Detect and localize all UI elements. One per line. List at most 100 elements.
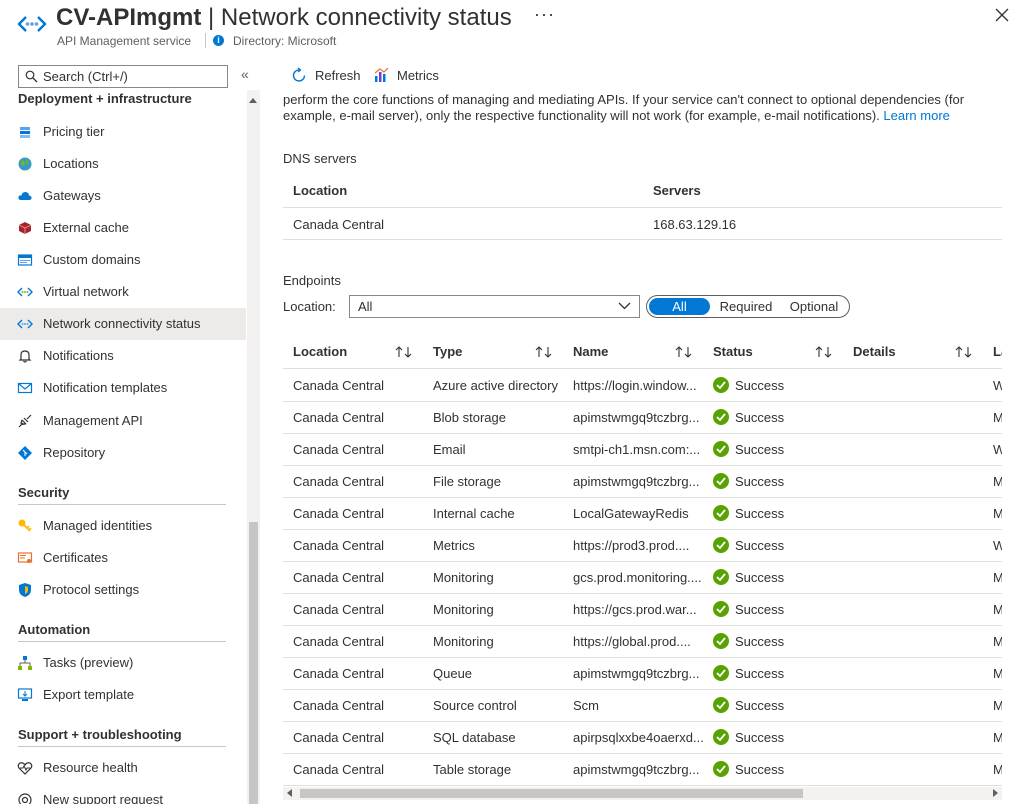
- metrics-button[interactable]: Metrics: [373, 66, 443, 86]
- table-row[interactable]: Canada Central Queue apimstwmgq9tczbrg... S…: [283, 658, 1002, 690]
- cell-status: Success: [735, 442, 785, 457]
- resource-name: CV-APImgmt: [56, 4, 202, 31]
- table-row[interactable]: Canada Central File storage apimstwmgq9tcz…: [283, 466, 1002, 498]
- cell-name: smtpi-ch1.msn.com:...: [573, 442, 701, 457]
- filter-option-required[interactable]: Required: [713, 298, 779, 315]
- location-filter-label: Location:: [283, 299, 336, 314]
- key-icon: [18, 519, 32, 532]
- table-row[interactable]: Canada Central Monitoring https://global.p…: [283, 626, 1002, 658]
- scrollbar-thumb[interactable]: [300, 789, 803, 798]
- sidebar-item-gateways[interactable]: Gateways: [0, 180, 246, 212]
- table-row[interactable]: Canada Central Metrics https://prod3.prod.…: [283, 530, 1002, 562]
- sidebar-item-label: Gateways: [43, 188, 101, 203]
- envelope-icon: [17, 382, 33, 394]
- sidebar-item-certificates[interactable]: Certificates: [0, 542, 246, 574]
- sidebar-item-locations[interactable]: Locations: [0, 148, 246, 180]
- table-row[interactable]: Canada Central Monitoring gcs.prod.monitor…: [283, 562, 1002, 594]
- sidebar-item-managed-identities[interactable]: Managed identities: [0, 510, 246, 542]
- cell-last: M: [993, 698, 1002, 713]
- cell-status: Success: [735, 378, 785, 393]
- sort-icon[interactable]: [955, 345, 973, 359]
- table-divider: [283, 785, 1002, 786]
- cell-location: Canada Central: [293, 762, 385, 777]
- sidebar-item-virtual-network[interactable]: Virtual network: [0, 276, 246, 308]
- scrollbar-thumb[interactable]: [249, 522, 258, 804]
- refresh-button[interactable]: Refresh: [291, 66, 361, 86]
- table-row[interactable]: Canada Central Internal cache LocalGateway…: [283, 498, 1002, 530]
- collapse-sidebar-button[interactable]: «: [241, 66, 249, 82]
- column-header-details[interactable]: Details: [853, 344, 896, 359]
- heart-icon: [17, 762, 33, 775]
- table-row[interactable]: Canada Central SQL database apirpsqlxxbe4o…: [283, 722, 1002, 754]
- chevron-down-icon: [618, 302, 631, 310]
- table-divider: [283, 239, 1002, 240]
- sidebar-item-protocol-settings[interactable]: Protocol settings: [0, 574, 246, 606]
- close-icon[interactable]: [993, 6, 1011, 24]
- blade-header: CV-APImgmt | Network connectivity status…: [0, 0, 1016, 60]
- learn-more-link[interactable]: Learn more: [883, 108, 949, 123]
- more-options-button[interactable]: ···: [534, 4, 555, 25]
- cell-last: M: [993, 474, 1002, 489]
- table-row[interactable]: Canada Central Monitoring https://gcs.prod…: [283, 594, 1002, 626]
- refresh-icon: [292, 67, 306, 82]
- sort-icon[interactable]: [535, 345, 553, 359]
- filter-option-all[interactable]: All: [649, 298, 710, 315]
- search-icon: [25, 70, 38, 83]
- intro-text: perform the core functions of managing a…: [283, 92, 983, 124]
- column-header-type[interactable]: Type: [433, 344, 462, 359]
- table-row[interactable]: Canada Central Source control Scm Success M: [283, 690, 1002, 722]
- pricing-tier-icon: [20, 127, 30, 138]
- column-header-location[interactable]: Location: [293, 344, 347, 359]
- info-icon: i: [213, 35, 224, 46]
- cell-type: Monitoring: [433, 602, 494, 617]
- sidebar-item-custom-domains[interactable]: Custom domains: [0, 244, 246, 276]
- table-row[interactable]: Canada Central Azure active directory http…: [283, 370, 1002, 402]
- scroll-left-arrow[interactable]: [287, 789, 292, 797]
- sidebar-item-notifications[interactable]: Notifications: [0, 340, 246, 372]
- sort-icon[interactable]: [395, 345, 413, 359]
- column-header-name[interactable]: Name: [573, 344, 608, 359]
- sidebar-item-repository[interactable]: Repository: [0, 437, 246, 469]
- cell-last: M: [993, 410, 1002, 425]
- tasks-icon: [18, 656, 32, 670]
- sidebar-item-resource-health[interactable]: Resource health: [0, 752, 246, 784]
- page-title: CV-APImgmt | Network connectivity status: [56, 4, 512, 32]
- nav-divider: [18, 641, 226, 642]
- success-icon: [713, 761, 729, 777]
- column-header-last[interactable]: La: [993, 344, 1002, 359]
- scroll-right-arrow[interactable]: [993, 789, 998, 797]
- search-input[interactable]: Search (Ctrl+/): [18, 65, 228, 88]
- column-header-location: Location: [293, 183, 348, 198]
- cell-name: apirpsqlxxbe4oaerxd...: [573, 730, 704, 745]
- sidebar-item-new-support-request[interactable]: New support request: [0, 784, 246, 804]
- success-icon: [713, 601, 729, 617]
- table-row[interactable]: Canada Central Table storage apimstwmgq9tc…: [283, 754, 1002, 786]
- scroll-up-arrow[interactable]: [249, 98, 257, 103]
- column-header-status[interactable]: Status: [713, 344, 753, 359]
- location-dropdown[interactable]: All: [349, 295, 640, 318]
- table-row[interactable]: Canada Central Blob storage apimstwmgq9tcz…: [283, 402, 1002, 434]
- sidebar-item-management-api[interactable]: Management API: [0, 405, 246, 437]
- cell-last: W: [993, 538, 1002, 553]
- network-status-icon: [17, 319, 33, 329]
- table-row[interactable]: Canada Central Email smtpi-ch1.msn.com:...…: [283, 434, 1002, 466]
- cell-status: Success: [735, 538, 785, 553]
- sidebar-item-notification-templates[interactable]: Notification templates: [0, 372, 246, 404]
- sidebar-item-external-cache[interactable]: External cache: [0, 212, 246, 244]
- custom-domains-icon: [17, 254, 33, 266]
- filter-option-optional[interactable]: Optional: [783, 298, 845, 315]
- dns-servers-heading: DNS servers: [283, 151, 357, 166]
- cell-location: Canada Central: [293, 442, 385, 457]
- nav-group-security: Security: [18, 485, 70, 500]
- sidebar-item-tasks[interactable]: Tasks (preview): [0, 647, 246, 679]
- sidebar-scrollbar[interactable]: [247, 90, 260, 804]
- sidebar-item-network-connectivity-status[interactable]: Network connectivity status: [0, 308, 246, 340]
- sidebar-item-pricing-tier[interactable]: Pricing tier: [0, 116, 246, 148]
- sort-icon[interactable]: [815, 345, 833, 359]
- sidebar-item-label: Resource health: [43, 760, 138, 775]
- table-horizontal-scrollbar[interactable]: [283, 787, 1002, 800]
- sort-icon[interactable]: [675, 345, 693, 359]
- endpoints-table: Location Type Name Status Details La Canada Ce…: [283, 337, 1002, 787]
- cell-name: https://global.prod....: [573, 634, 691, 649]
- sidebar-item-export-template[interactable]: Export template: [0, 679, 246, 711]
